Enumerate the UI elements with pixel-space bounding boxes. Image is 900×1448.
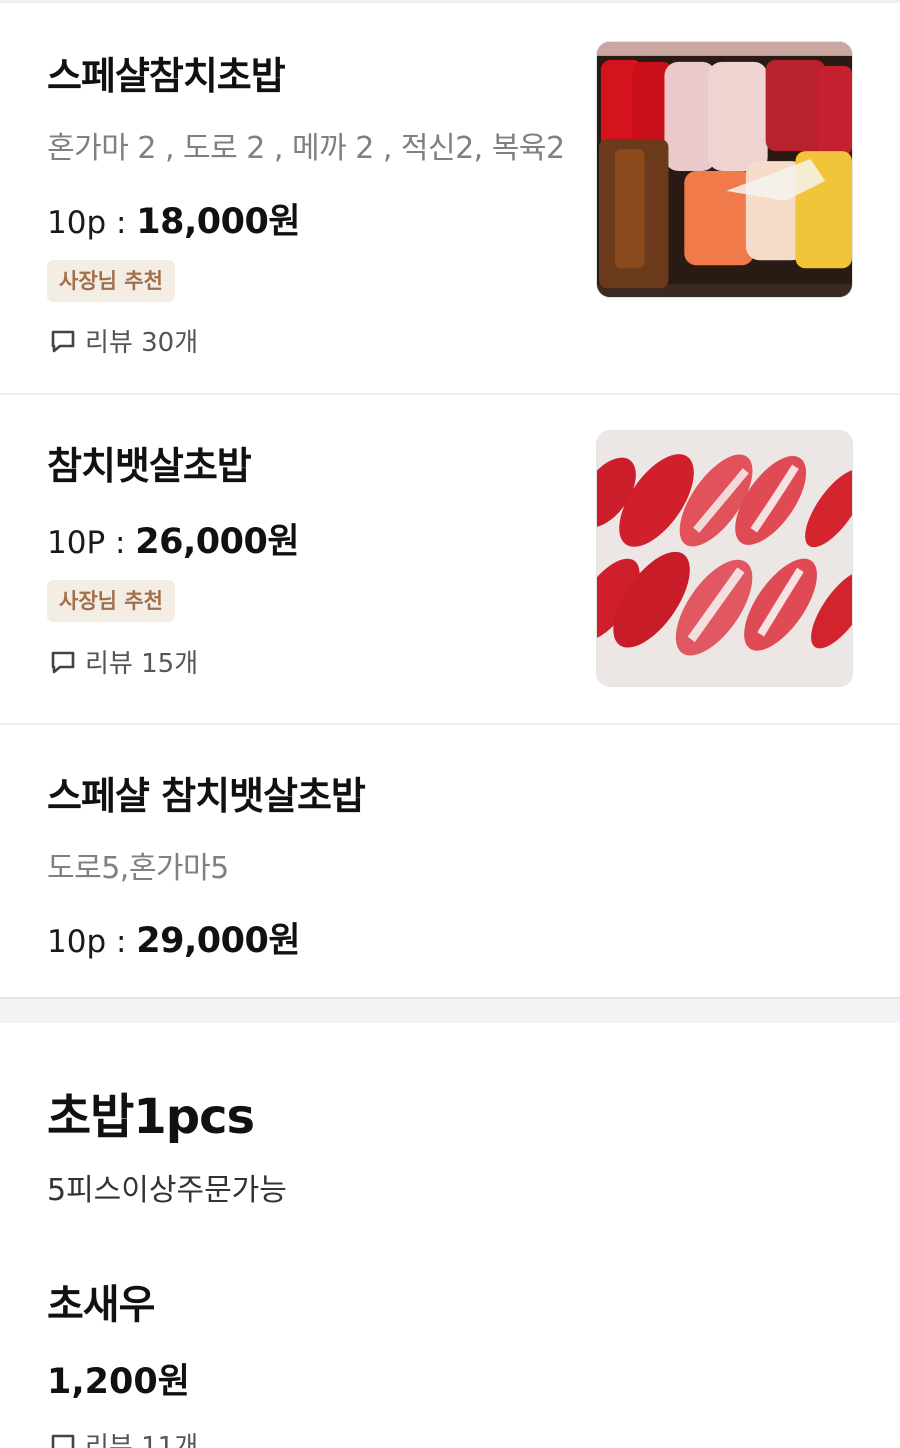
price-value: 1,200원 [47, 1362, 190, 1402]
menu-item-name: 스페샬 참치뱃살초밥 [47, 774, 366, 818]
review-count-text: 리뷰 15개 [85, 649, 199, 679]
assorted-sushi-photo[interactable] [596, 41, 853, 298]
menu-item-name: 참치뱃살초밥 [47, 444, 252, 488]
menu-item-name: 초새우 [47, 1282, 155, 1328]
tuna-belly-sushi-photo[interactable] [596, 430, 853, 687]
menu-item[interactable]: 스페샬참치초밥 혼가마 2 , 도로 2 , 메까 2 , 적신2, 복육2 1… [0, 3, 900, 395]
menu-item-price-row: 10P : 26,000원 [47, 513, 300, 564]
menu-item-description: 혼가마 2 , 도로 2 , 메까 2 , 적신2, 복육2 [47, 131, 565, 166]
price-value: 29,000원 [136, 921, 301, 961]
menu-item[interactable]: 참치뱃살초밥 10P : 26,000원 사장님 추천 리뷰 15개 [0, 395, 900, 725]
menu-item-price-row: 10p : 18,000원 [47, 193, 301, 244]
section-title: 초밥1pcs [47, 1089, 255, 1145]
menu-item[interactable]: 스페샬 참치뱃살초밥 도로5,혼가마5 10p : 29,000원 [0, 725, 900, 997]
menu-item-name: 스페샬참치초밥 [47, 54, 286, 98]
price-prefix: 10p : [47, 205, 137, 241]
menu-item-description: 도로5,혼가마5 [47, 851, 229, 886]
review-count: 리뷰 30개 [49, 322, 198, 359]
price-prefix: 10p : [47, 924, 137, 960]
review-count: 리뷰 11개 [49, 1426, 198, 1448]
menu-item-price-row: 10p : 29,000원 [47, 912, 301, 963]
review-count-text: 리뷰 11개 [85, 1432, 199, 1448]
speech-bubble-icon [51, 330, 75, 352]
menu-page: 스페샬참치초밥 혼가마 2 , 도로 2 , 메까 2 , 적신2, 복육2 1… [0, 0, 900, 1448]
recommend-badge: 사장님 추천 [47, 580, 175, 622]
price-value: 18,000원 [136, 202, 301, 242]
recommend-badge: 사장님 추천 [47, 260, 175, 302]
price-prefix: 10P : [47, 525, 136, 561]
price-value: 26,000원 [135, 522, 300, 562]
speech-bubble-icon [51, 1434, 75, 1448]
review-count: 리뷰 15개 [49, 643, 198, 680]
section-divider [0, 997, 900, 1023]
menu-section: 초밥1pcs 5피스이상주문가능 초새우 1,200원 리뷰 11개 [0, 1023, 900, 1448]
speech-bubble-icon [51, 651, 75, 673]
review-count-text: 리뷰 30개 [85, 328, 199, 358]
section-description: 5피스이상주문가능 [47, 1173, 287, 1208]
